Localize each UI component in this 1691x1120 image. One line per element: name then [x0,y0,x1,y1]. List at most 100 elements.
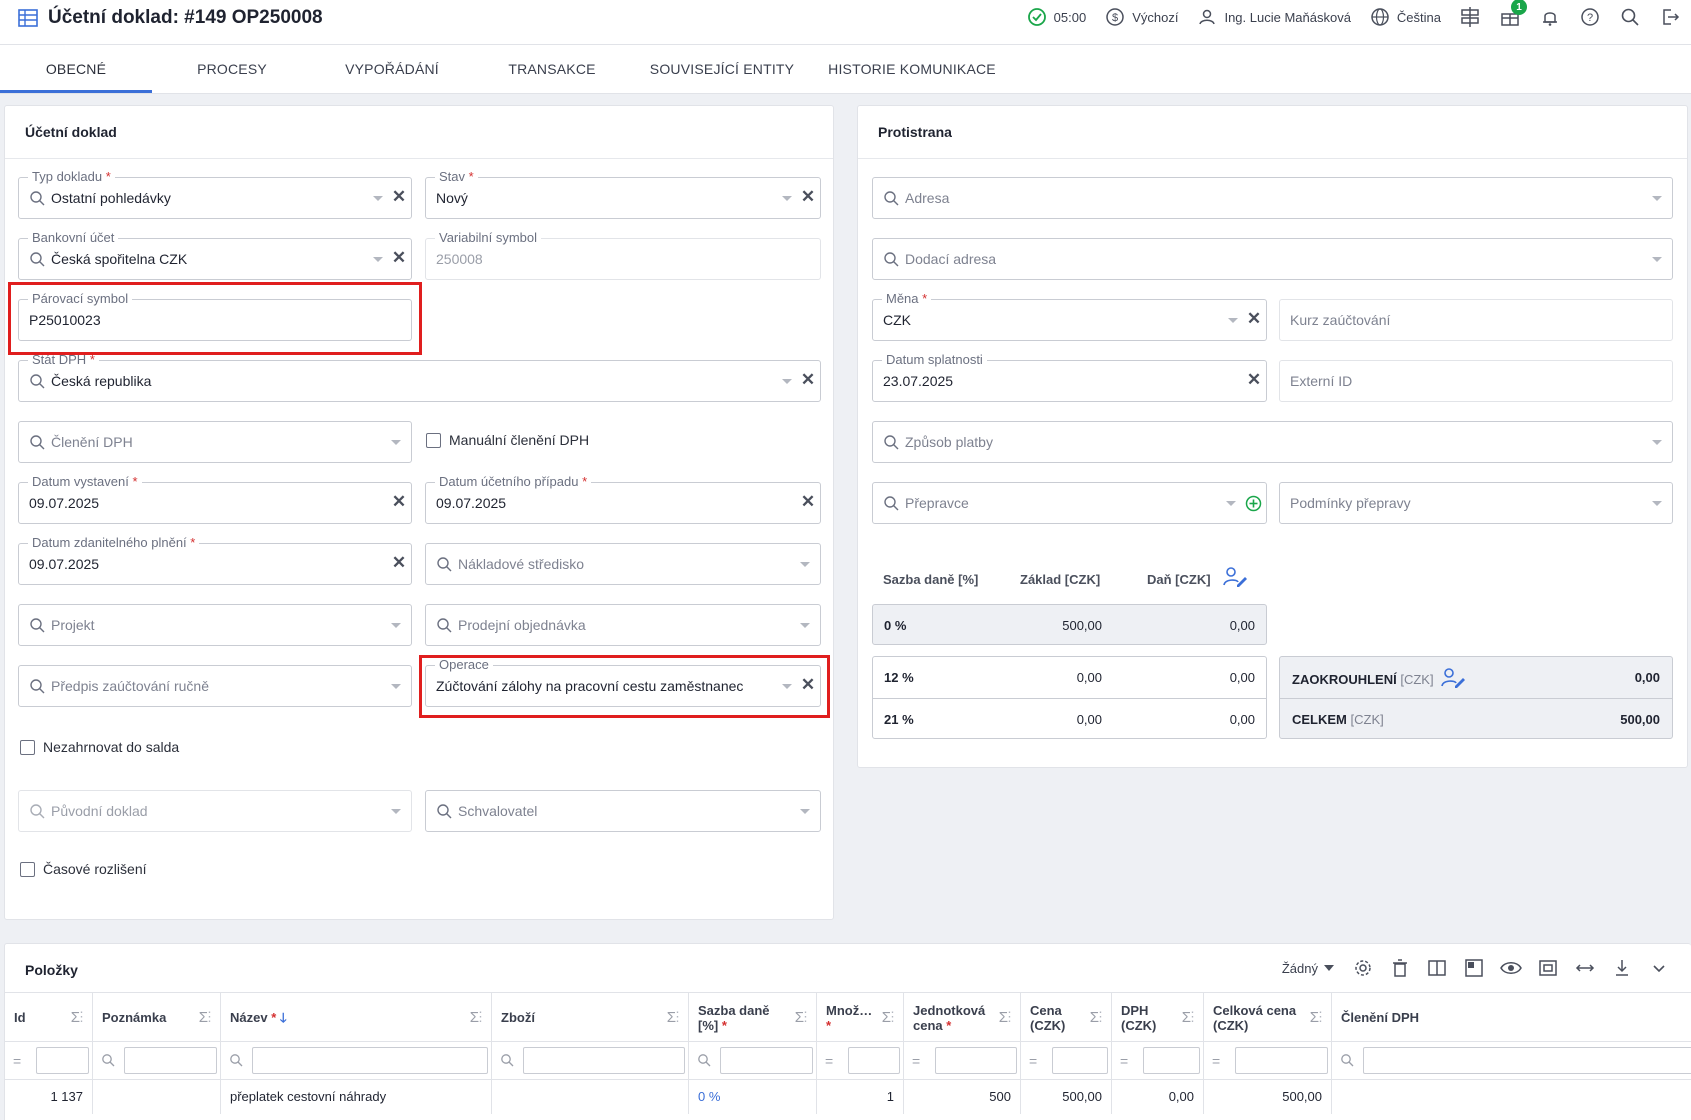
table-row[interactable]: 1 137 přeplatek cestovní náhrady 0 % 1 5… [5,1080,1691,1114]
chevron-down-icon[interactable] [1652,257,1662,262]
cost-center-field[interactable]: Nákladové středisko [425,543,821,585]
notifications-button[interactable] [1539,6,1561,28]
language-menu[interactable]: Čeština [1369,6,1441,28]
vat-breakdown-field[interactable]: Členění DPH [18,421,412,463]
sort-arrow-icon[interactable]: 🡓 [280,1010,287,1025]
column-header-goods[interactable]: Zboží Σ ⋮ [492,993,689,1043]
filter-input[interactable] [36,1047,89,1074]
chevron-down-icon[interactable] [1228,318,1238,323]
chevron-down-icon[interactable] [373,196,383,201]
checkbox-box[interactable] [20,739,35,755]
gift-button[interactable]: 1 [1499,0,1527,28]
clear-icon[interactable]: ✕ [800,371,816,389]
chevron-down-icon[interactable] [1652,196,1662,201]
document-type-field[interactable]: Typ dokladu * Ostatní pohledávky ✕ [18,169,412,219]
status-time[interactable]: 05:00 [1026,6,1086,28]
column-header-unit-price[interactable]: Jednotková cena * Σ ⋮ [904,993,1021,1043]
tab-transakce[interactable]: TRANSAKCE [482,45,622,93]
tab-obecne[interactable]: OBECNÉ [0,45,152,93]
column-header-name[interactable]: Název * 🡓 Σ ⋮ [221,993,492,1043]
column-header-vat-rate[interactable]: Sazba daně [%] * Σ ⋮ [689,993,817,1043]
column-header-note[interactable]: Poznámka Σ ⋮ [93,993,221,1043]
manual-vat-breakdown-checkbox[interactable]: Manuální členění DPH [426,432,589,448]
signpost-button[interactable] [1459,6,1481,28]
chevron-down-icon[interactable] [800,809,810,814]
clear-icon[interactable]: ✕ [391,493,407,511]
delivery-address-field[interactable]: Dodací adresa [872,238,1673,280]
bank-account-field[interactable]: Bankovní účet Česká spořitelna CZK ✕ [18,230,412,280]
chevron-down-icon[interactable] [391,440,401,445]
chevron-down-icon[interactable] [782,379,792,384]
taxable-supply-date-field[interactable]: Datum zdanitelného plnění * 09.07.2025 ✕ [18,535,412,585]
status-field[interactable]: Stav * Nový ✕ [425,169,821,219]
column-header-total-price[interactable]: Celková cena (CZK) Σ ⋮ [1204,993,1332,1043]
search-button[interactable] [1619,6,1641,28]
project-field[interactable]: Projekt [18,604,412,646]
filter-input[interactable] [124,1047,217,1074]
currency-profile[interactable]: $ Výchozí [1104,6,1178,28]
filter-input[interactable] [935,1047,1017,1074]
vat-country-field[interactable]: Stát DPH * Česká republika ✕ [18,352,821,402]
clear-icon[interactable]: ✕ [800,188,816,206]
tab-souvisejici-entity[interactable]: SOUVISEJÍCÍ ENTITY [642,45,802,93]
column-header-price[interactable]: Cena (CZK) Σ ⋮ [1021,993,1112,1043]
accounting-event-date-field[interactable]: Datum účetního případu * 09.07.2025 ✕ [425,474,821,524]
currency-field[interactable]: Měna * CZK ✕ [872,291,1267,341]
transport-terms-field[interactable]: Podmínky přepravy [1279,482,1673,524]
clear-icon[interactable]: ✕ [800,493,816,511]
approver-field[interactable]: Schvalovatel [425,790,821,832]
collapse-button[interactable] [1640,956,1677,980]
clear-icon[interactable]: ✕ [391,554,407,572]
clear-icon[interactable]: ✕ [391,249,407,267]
user-edit-icon[interactable] [1440,667,1466,689]
settings-button[interactable] [1344,956,1381,980]
chevron-down-icon[interactable] [782,196,792,201]
issue-date-field[interactable]: Datum vystavení * 09.07.2025 ✕ [18,474,412,524]
clear-icon[interactable]: ✕ [391,188,407,206]
payment-method-field[interactable]: Způsob platby [872,421,1673,463]
chevron-down-icon[interactable] [800,623,810,628]
clear-icon[interactable]: ✕ [1246,371,1262,389]
filter-input[interactable] [1235,1047,1328,1074]
filter-input[interactable] [720,1047,813,1074]
download-button[interactable] [1603,956,1640,980]
carrier-field[interactable]: Přepravce [872,482,1267,524]
checkbox-box[interactable] [426,432,441,448]
cell-vat-rate[interactable]: 0 % [689,1080,817,1114]
column-header-id[interactable]: Id Σ ⋮ [5,993,93,1043]
chevron-down-icon[interactable] [391,623,401,628]
accrual-checkbox[interactable]: Časové rozlišení [20,861,147,877]
delete-button[interactable] [1381,956,1418,980]
exclude-from-balance-checkbox[interactable]: Nezahrnovat do salda [20,739,179,755]
add-circle-icon[interactable] [1245,495,1262,512]
clear-icon[interactable]: ✕ [1246,310,1262,328]
checkbox-box[interactable] [20,861,35,877]
layout-button[interactable] [1455,956,1492,980]
filter-input[interactable] [523,1047,685,1074]
tab-historie-komunikace[interactable]: HISTORIE KOMUNIKACE [822,45,1002,93]
chevron-down-icon[interactable] [800,562,810,567]
filter-input[interactable] [1052,1047,1108,1074]
chevron-down-icon[interactable] [1226,501,1236,506]
chevron-down-icon[interactable] [1652,440,1662,445]
column-header-quantity[interactable]: Množ… * Σ ⋮ [817,993,904,1043]
filter-input[interactable] [848,1047,900,1074]
sales-order-field[interactable]: Prodejní objednávka [425,604,821,646]
columns-button[interactable] [1418,956,1455,980]
filter-input[interactable] [1143,1047,1200,1074]
help-button[interactable]: ? [1579,6,1601,28]
address-field[interactable]: Adresa [872,177,1673,219]
user-menu[interactable]: Ing. Lucie Maňásková [1196,6,1351,28]
filter-input[interactable] [252,1047,488,1074]
tab-procesy[interactable]: PROCESY [162,45,302,93]
user-edit-icon[interactable] [1222,566,1248,588]
expand-width-button[interactable] [1566,956,1603,980]
filter-input[interactable] [1363,1047,1691,1074]
view-select[interactable]: Žádný [1282,961,1334,976]
logout-button[interactable] [1659,6,1681,28]
tab-vyporadani[interactable]: VYPOŘÁDÁNÍ [322,45,462,93]
chevron-down-icon[interactable] [1652,501,1662,506]
column-header-vat-breakdown[interactable]: Členění DPH [1332,993,1691,1043]
exchange-rate-field[interactable]: Kurz zaúčtování [1279,299,1673,341]
manual-posting-rule-field[interactable]: Předpis zaúčtování ručně [18,665,412,707]
